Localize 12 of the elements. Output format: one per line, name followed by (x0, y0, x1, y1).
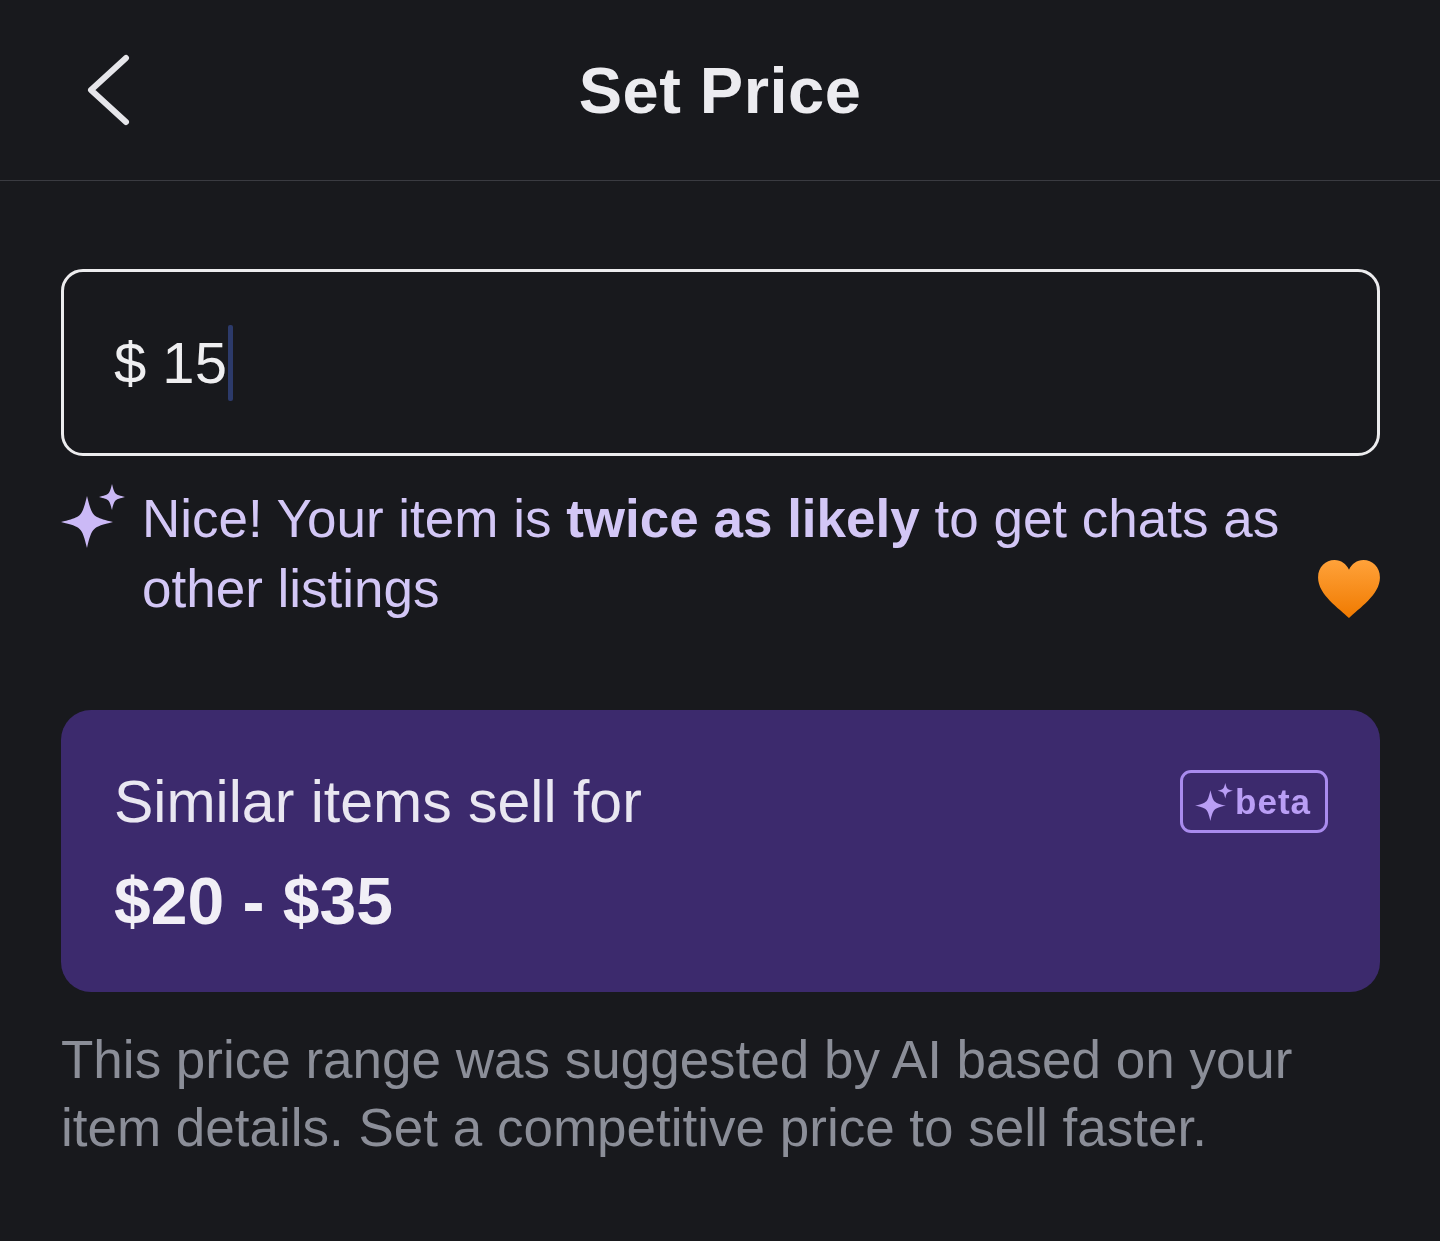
sparkle-icon (1195, 782, 1234, 821)
chevron-left-icon (86, 54, 130, 126)
beta-badge: beta (1180, 770, 1328, 833)
price-range: $20 - $35 (114, 866, 394, 936)
back-button[interactable] (86, 54, 130, 126)
page-title: Set Price (578, 52, 862, 128)
price-input-field[interactable]: $ 15 (61, 269, 1380, 456)
footnote-text: This price range was suggested by AI based on your item details. Set a competitive price to sell faster. (61, 1029, 1294, 1159)
heart-icon (1318, 560, 1380, 618)
hint-text: Nice! Your item is twice as likely to get chats as other listings (142, 488, 1281, 620)
card-title: Similar items sell for (114, 768, 642, 836)
sparkle-icon (61, 484, 125, 548)
